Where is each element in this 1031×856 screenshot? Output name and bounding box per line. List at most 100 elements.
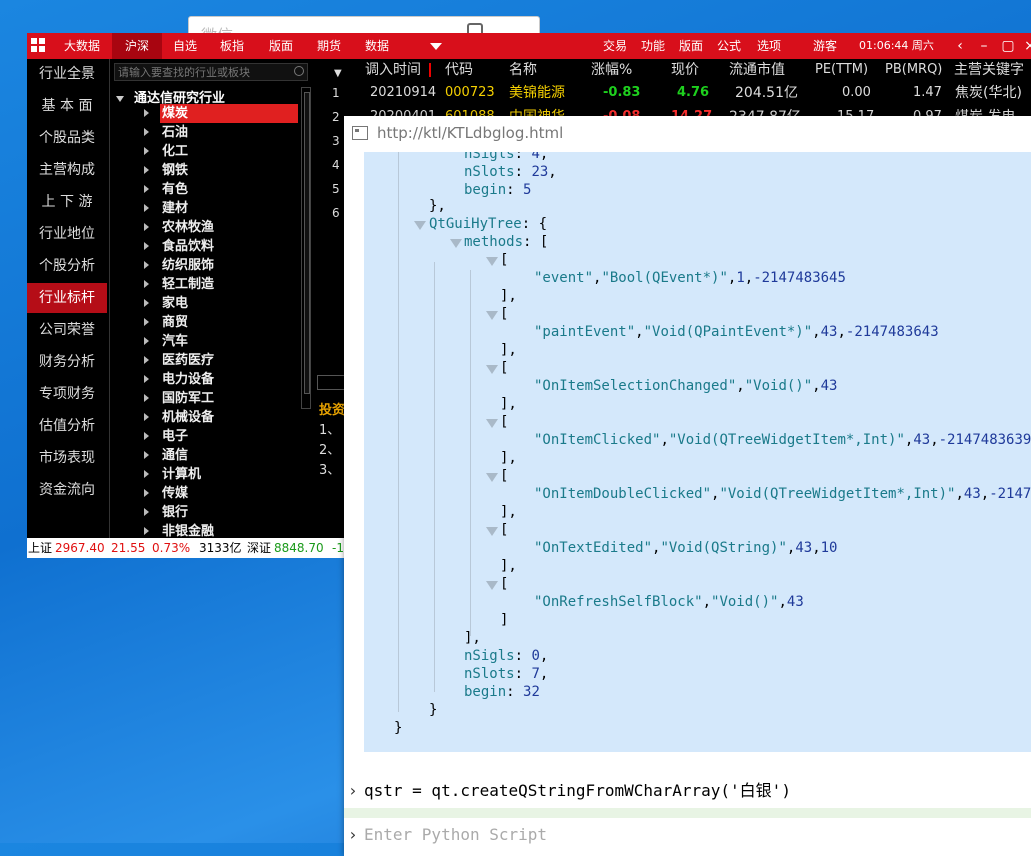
script-input-placeholder[interactable]: Enter Python Script [364, 822, 547, 848]
expand-right-icon[interactable] [144, 128, 149, 136]
menu-formula[interactable]: 公式 [711, 33, 747, 59]
chevron-down-icon[interactable] [430, 43, 442, 50]
menu-hushen[interactable]: 沪深 [112, 33, 162, 59]
expand-right-icon[interactable] [144, 223, 149, 231]
nav-market-performance[interactable]: 市场表现 [27, 443, 107, 473]
menu-trade[interactable]: 交易 [597, 33, 633, 59]
expand-right-icon[interactable] [144, 451, 149, 459]
tree-node[interactable]: 商贸 [144, 313, 299, 332]
close-icon[interactable]: × [1019, 33, 1031, 59]
tree-node[interactable]: 化工 [144, 142, 299, 161]
col-pe[interactable]: PE(TTM) [815, 59, 868, 81]
page-url[interactable]: http://ktl/KTLdbglog.html [377, 124, 563, 142]
tree-scrollbar[interactable] [301, 87, 311, 409]
expand-right-icon[interactable] [144, 185, 149, 193]
collapse-toggle-icon[interactable] [486, 581, 498, 590]
nav-financial-analysis[interactable]: 财务分析 [27, 347, 107, 377]
col-change[interactable]: 涨幅% [591, 59, 632, 81]
nav-special-finance[interactable]: 专项财务 [27, 379, 107, 409]
nav-stock-analysis[interactable]: 个股分析 [27, 251, 107, 281]
tree-node[interactable]: 传媒 [144, 484, 299, 503]
tree-node[interactable]: 家电 [144, 294, 299, 313]
tree-node[interactable]: 国防军工 [144, 389, 299, 408]
minimize-icon[interactable]: – [973, 33, 995, 59]
expand-right-icon[interactable] [144, 432, 149, 440]
expand-right-icon[interactable] [144, 280, 149, 288]
nav-industry-overview[interactable]: 行业全景 [27, 59, 107, 89]
tree-node[interactable]: 银行 [144, 503, 299, 522]
collapse-toggle-icon[interactable] [486, 257, 498, 266]
expand-right-icon[interactable] [144, 356, 149, 364]
expand-right-icon[interactable] [144, 527, 149, 535]
maximize-icon[interactable]: ▢ [997, 33, 1019, 59]
industry-search-input[interactable]: 请输入要查找的行业或板块 [114, 63, 308, 81]
collapse-toggle-icon[interactable] [486, 527, 498, 536]
nav-valuation[interactable]: 估值分析 [27, 411, 107, 441]
nav-capital-flow[interactable]: 资金流向 [27, 475, 107, 505]
nav-industry-benchmark[interactable]: 行业标杆 [27, 283, 107, 313]
nav-fundamentals[interactable]: 基 本 面 [27, 91, 107, 121]
user-label[interactable]: 游客 [805, 33, 845, 59]
col-time[interactable]: 调入时间 [365, 59, 421, 81]
col-code[interactable]: 代码 [445, 59, 473, 81]
nav-company-honors[interactable]: 公司荣誉 [27, 315, 107, 345]
expand-right-icon[interactable] [144, 394, 149, 402]
collapse-toggle-icon[interactable] [414, 221, 426, 230]
expand-right-icon[interactable] [144, 147, 149, 155]
menu-watchlist[interactable]: 自选 [165, 33, 205, 59]
tree-node[interactable]: 有色 [144, 180, 299, 199]
tree-node[interactable]: 医药医疗 [144, 351, 299, 370]
menu-layout[interactable]: 版面 [261, 33, 301, 59]
nav-supply-chain[interactable]: 上 下 游 [27, 187, 107, 217]
script-input[interactable]: › Enter Python Script [344, 822, 1031, 848]
tree-node[interactable]: 钢铁 [144, 161, 299, 180]
collapse-toggle-icon[interactable] [486, 365, 498, 374]
col-pb[interactable]: PB(MRQ) [885, 59, 942, 81]
menu-function[interactable]: 功能 [635, 33, 671, 59]
command-history-line[interactable]: › qstr = qt.createQStringFromWCharArray(… [344, 778, 1031, 804]
menu-data[interactable]: 数据 [357, 33, 397, 59]
nav-stock-category[interactable]: 个股品类 [27, 123, 107, 153]
tree-node[interactable]: 电子 [144, 427, 299, 446]
expand-right-icon[interactable] [144, 204, 149, 212]
expand-right-icon[interactable] [144, 299, 149, 307]
tree-node[interactable]: 农林牧渔 [144, 218, 299, 237]
expand-right-icon[interactable] [144, 337, 149, 345]
expand-right-icon[interactable] [144, 318, 149, 326]
tree-node[interactable]: 汽车 [144, 332, 299, 351]
menu-futures[interactable]: 期货 [309, 33, 349, 59]
nav-industry-position[interactable]: 行业地位 [27, 219, 107, 249]
expand-right-icon[interactable] [144, 413, 149, 421]
tree-node[interactable]: 机械设备 [144, 408, 299, 427]
expand-right-icon[interactable] [144, 261, 149, 269]
expand-right-icon[interactable] [144, 166, 149, 174]
scroll-thumb[interactable] [304, 92, 310, 394]
tree-node[interactable]: 建材 [144, 199, 299, 218]
tree-node[interactable]: 食品饮料 [144, 237, 299, 256]
back-icon[interactable]: ‹ [949, 33, 971, 59]
expand-right-icon[interactable] [144, 242, 149, 250]
tree-node[interactable]: 通信 [144, 446, 299, 465]
expand-right-icon[interactable] [144, 489, 149, 497]
expand-right-icon[interactable] [144, 470, 149, 478]
menu-bigdata[interactable]: 大数据 [57, 33, 107, 59]
tree-node[interactable]: 轻工制造 [144, 275, 299, 294]
expand-right-icon[interactable] [144, 109, 149, 117]
tree-node[interactable]: 石油 [144, 123, 299, 142]
collapse-toggle-icon[interactable] [486, 311, 498, 320]
search-icon[interactable] [294, 66, 304, 76]
col-keyword[interactable]: 主营关键字 [954, 59, 1024, 81]
tree-node[interactable]: 煤炭 [144, 104, 299, 123]
menu-layout-right[interactable]: 版面 [673, 33, 709, 59]
col-cap[interactable]: 流通市值 [729, 59, 785, 81]
collapse-toggle-icon[interactable] [450, 239, 462, 248]
tree-node[interactable]: 纺织服饰 [144, 256, 299, 275]
app-logo-icon[interactable] [31, 38, 47, 54]
collapse-toggle-icon[interactable] [486, 419, 498, 428]
nav-business-composition[interactable]: 主营构成 [27, 155, 107, 185]
tree-node[interactable]: 电力设备 [144, 370, 299, 389]
menu-board-index[interactable]: 板指 [212, 33, 252, 59]
collapse-toggle-icon[interactable] [486, 473, 498, 482]
menu-options[interactable]: 选项 [751, 33, 787, 59]
col-name[interactable]: 名称 [509, 59, 537, 81]
